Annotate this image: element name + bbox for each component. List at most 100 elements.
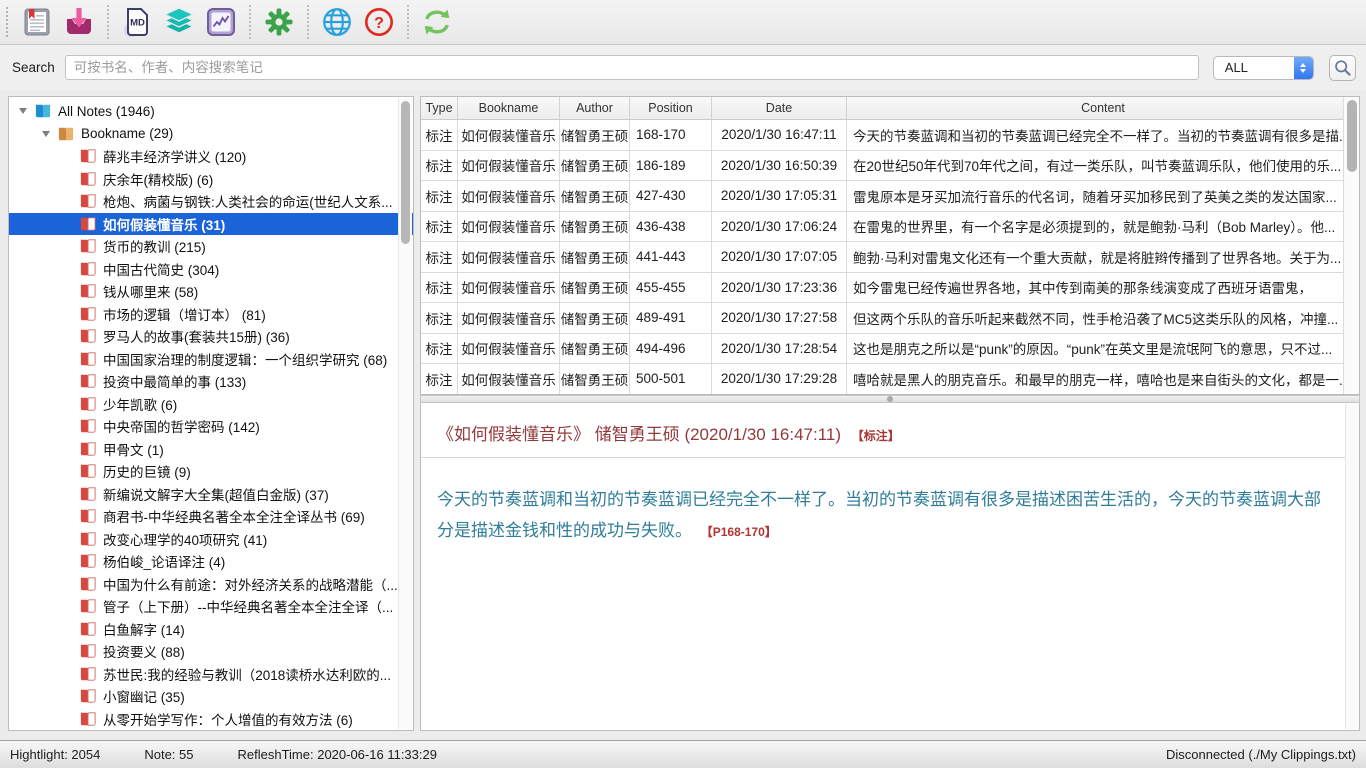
- settings-button[interactable]: [258, 3, 300, 41]
- cell-author: 储智勇王硕: [560, 242, 630, 272]
- tree-item[interactable]: 投资要义 (88): [9, 640, 413, 663]
- tree-item[interactable]: 从零开始学写作：个人增值的有效方法 (6): [9, 708, 413, 731]
- tree-item[interactable]: 甲骨文 (1): [9, 438, 413, 461]
- tree-item[interactable]: 市场的逻辑（增订本） (81): [9, 303, 413, 326]
- cell-date: 2020/1/30 17:07:05: [712, 242, 847, 272]
- tree-item-label: 从零开始学写作：个人增值的有效方法 (6): [103, 709, 353, 729]
- sidebar-scrollbar-track[interactable]: [398, 98, 412, 729]
- status-refresh-time: RefleshTime: 2020-06-16 11:33:29: [238, 747, 437, 762]
- tree-item[interactable]: 白鱼解字 (14): [9, 618, 413, 641]
- table-row[interactable]: 标注 如何假装懂音乐 储智勇王硕 168-170 2020/1/30 16:47…: [421, 120, 1359, 151]
- disclosure-triangle-icon[interactable]: [19, 108, 27, 114]
- book-icon: [79, 531, 97, 547]
- table-scrollbar-track[interactable]: [1343, 97, 1359, 394]
- table-row[interactable]: 标注 如何假装懂音乐 储智勇王硕 500-501 2020/1/30 17:29…: [421, 364, 1359, 395]
- cell-position: 500-501: [630, 364, 712, 394]
- tree-item[interactable]: 中国古代简史 (304): [9, 258, 413, 281]
- cell-author: 储智勇王硕: [560, 151, 630, 181]
- table-scrollbar-thumb[interactable]: [1347, 100, 1357, 172]
- table-row[interactable]: 标注 如何假装懂音乐 储智勇王硕 441-443 2020/1/30 17:07…: [421, 242, 1359, 273]
- cell-bookname: 如何假装懂音乐: [458, 120, 560, 150]
- tree-item[interactable]: 小窗幽记 (35): [9, 685, 413, 708]
- tree-item[interactable]: 货币的教训 (215): [9, 235, 413, 258]
- book-icon: [79, 283, 97, 299]
- tree-item[interactable]: 商君书-中华经典名著全本全注全译丛书 (69): [9, 505, 413, 528]
- cell-type: 标注: [421, 303, 458, 333]
- tree-item[interactable]: 改变心理学的40项研究 (41): [9, 528, 413, 551]
- cell-position: 186-189: [630, 151, 712, 181]
- cell-bookname: 如何假装懂音乐: [458, 364, 560, 394]
- notes-button[interactable]: [16, 3, 58, 41]
- cell-type: 标注: [421, 334, 458, 364]
- tree-item[interactable]: 投资中最简单的事 (133): [9, 370, 413, 393]
- detail-scrollbar-track[interactable]: [1345, 404, 1359, 729]
- book-icon: [79, 598, 97, 614]
- tree-item-label: 苏世民:我的经验与教训（2018读桥水达利欧的...: [103, 664, 391, 684]
- table-row[interactable]: 标注 如何假装懂音乐 储智勇王硕 455-455 2020/1/30 17:23…: [421, 273, 1359, 304]
- tree-item-label: 中国国家治理的制度逻辑：一个组织学研究 (68): [103, 349, 387, 369]
- cell-date: 2020/1/30 17:27:58: [712, 303, 847, 333]
- layers-export-button[interactable]: [158, 3, 200, 41]
- book-icon: [79, 418, 97, 434]
- filter-dropdown[interactable]: ALL: [1213, 56, 1314, 80]
- tree-item[interactable]: 中央帝国的哲学密码 (142): [9, 415, 413, 438]
- cell-date: 2020/1/30 17:28:54: [712, 334, 847, 364]
- table-row[interactable]: 标注 如何假装懂音乐 储智勇王硕 186-189 2020/1/30 16:50…: [421, 151, 1359, 182]
- cell-type: 标注: [421, 364, 458, 394]
- tree-item[interactable]: 罗马人的故事(套装共15册) (36): [9, 325, 413, 348]
- website-globe-icon: [321, 6, 353, 38]
- import-button[interactable]: [58, 3, 100, 41]
- help-button[interactable]: ?: [358, 3, 400, 41]
- book-icon: [79, 306, 97, 322]
- sync-button[interactable]: [416, 3, 458, 41]
- stats-button[interactable]: [200, 3, 242, 41]
- status-note-count: Note: 55: [144, 747, 193, 762]
- tree-item-label: Bookname (29): [81, 126, 173, 141]
- website-button[interactable]: [316, 3, 358, 41]
- book-tree: All Notes (1946): [9, 97, 413, 730]
- disclosure-triangle-icon[interactable]: [42, 131, 50, 137]
- cell-content: 在20世纪50年代到70年代之间，有过一类乐队，叫节奏蓝调乐队，他们使用的乐..…: [847, 151, 1359, 181]
- cell-type: 标注: [421, 273, 458, 303]
- markdown-export-button[interactable]: MD: [116, 3, 158, 41]
- book-icon: [79, 553, 97, 569]
- table-row[interactable]: 标注 如何假装懂音乐 储智勇王硕 427-430 2020/1/30 17:05…: [421, 181, 1359, 212]
- table-row[interactable]: 标注 如何假装懂音乐 储智勇王硕 494-496 2020/1/30 17:28…: [421, 334, 1359, 365]
- book-icon: [79, 666, 97, 682]
- tree-item[interactable]: 中国国家治理的制度逻辑：一个组织学研究 (68): [9, 348, 413, 371]
- tree-item[interactable]: All Notes (1946): [9, 100, 413, 123]
- book-icon: [79, 463, 97, 479]
- table-header-cell[interactable]: Content: [847, 97, 1359, 119]
- tree-item[interactable]: 管子（上下册）--中华经典名著全本全注全译（...: [9, 595, 413, 618]
- tree-item-label: 投资中最简单的事 (133): [103, 371, 246, 391]
- tree-item[interactable]: 枪炮、病菌与钢铁:人类社会的命运(世纪人文系...: [9, 190, 413, 213]
- table-header-cell[interactable]: Position: [630, 97, 712, 119]
- search-go-button[interactable]: [1329, 55, 1356, 81]
- tree-item[interactable]: 历史的巨镜 (9): [9, 460, 413, 483]
- tree-item[interactable]: 苏世民:我的经验与教训（2018读桥水达利欧的...: [9, 663, 413, 686]
- tree-item[interactable]: 庆余年(精校版) (6): [9, 168, 413, 191]
- tree-item[interactable]: 中国为什么有前途：对外经济关系的战略潜能（...: [9, 573, 413, 596]
- book-icon: [79, 576, 97, 592]
- search-input[interactable]: [65, 55, 1199, 80]
- tree-item[interactable]: Bookname (29): [9, 123, 413, 146]
- toolbar-drag-handle[interactable]: [6, 7, 8, 37]
- table-header-cell[interactable]: Author: [560, 97, 630, 119]
- tree-item[interactable]: 薛兆丰经济学讲义 (120): [9, 145, 413, 168]
- tree-item[interactable]: 少年凯歌 (6): [9, 393, 413, 416]
- pane-splitter[interactable]: [420, 395, 1360, 403]
- table-header-cell[interactable]: Type: [421, 97, 458, 119]
- sidebar-scrollbar-thumb[interactable]: [401, 101, 410, 244]
- tree-item[interactable]: 杨伯峻_论语译注 (4): [9, 550, 413, 573]
- tree-item[interactable]: 新编说文解字大全集(超值白金版) (37): [9, 483, 413, 506]
- tree-item[interactable]: 钱从哪里来 (58): [9, 280, 413, 303]
- table-header-cell[interactable]: Date: [712, 97, 847, 119]
- cell-bookname: 如何假装懂音乐: [458, 151, 560, 181]
- tree-item[interactable]: 如何假装懂音乐 (31): [9, 213, 413, 236]
- table-row[interactable]: 标注 如何假装懂音乐 储智勇王硕 436-438 2020/1/30 17:06…: [421, 212, 1359, 243]
- tree-item-label: 薛兆丰经济学讲义 (120): [103, 146, 246, 166]
- cell-content: 嘻哈就是黑人的朋克音乐。和最早的朋克一样，嘻哈也是来自街头的文化，都是一...: [847, 364, 1359, 394]
- table-header-cell[interactable]: Bookname: [458, 97, 560, 119]
- table-row[interactable]: 标注 如何假装懂音乐 储智勇王硕 489-491 2020/1/30 17:27…: [421, 303, 1359, 334]
- svg-text:MD: MD: [130, 18, 145, 29]
